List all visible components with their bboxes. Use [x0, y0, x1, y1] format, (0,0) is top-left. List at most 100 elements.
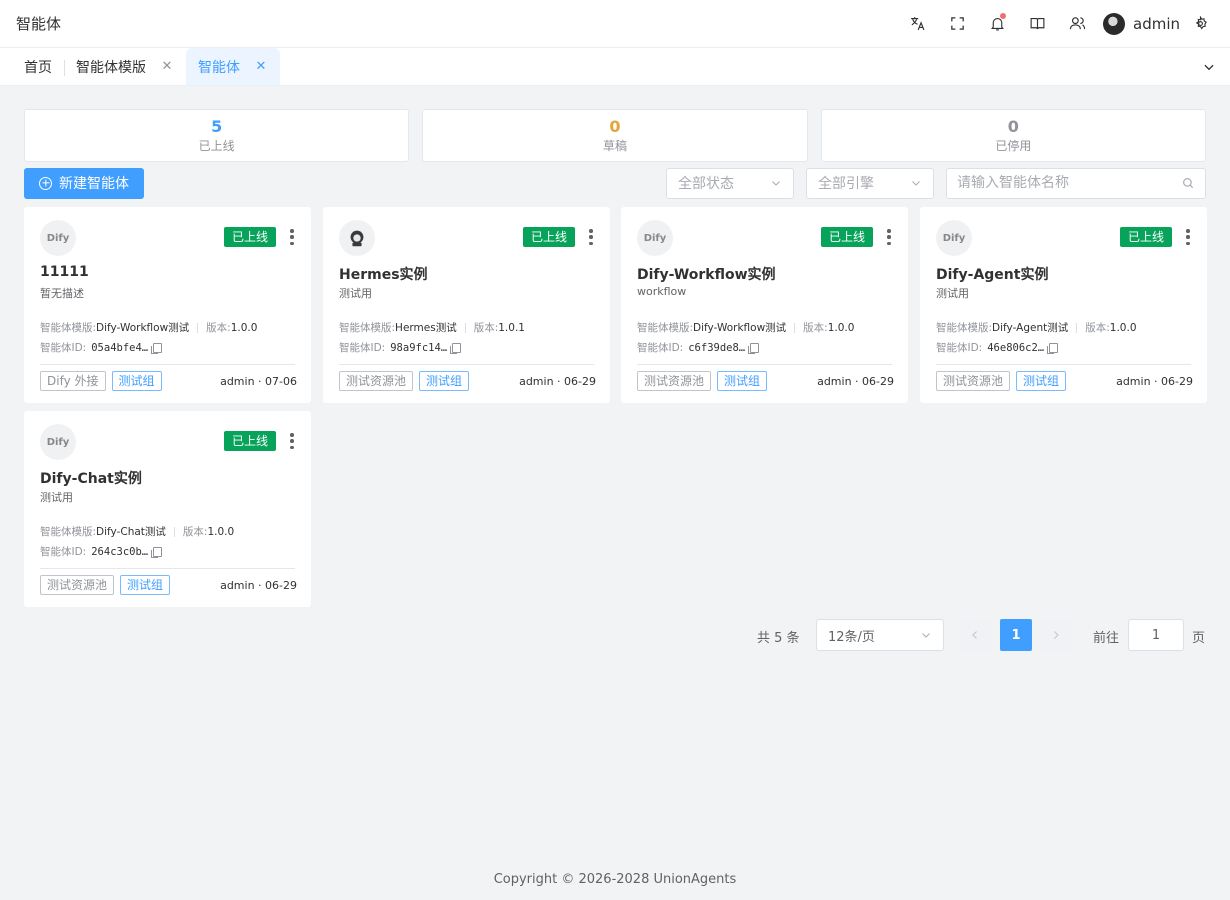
card-owner-date: admin · 06-29 — [817, 375, 894, 388]
agent-card[interactable]: Dify 已上线 Dify-Workflow实例 workflow 智能体模版: Dify… — [621, 207, 908, 403]
agent-id-info: 智能体ID: c6f39de8… — [637, 340, 760, 355]
copy-icon[interactable] — [151, 546, 163, 558]
card-tag: 测试组 — [120, 575, 171, 595]
agent-template-info: 智能体模版: Dify-Workflow测试 版本: 1.0.0 — [637, 320, 854, 335]
agent-card[interactable]: Dify 已上线 11111 暂无描述 智能体模版: Dify-Workflow测试 版本:… — [24, 207, 311, 403]
engine-select[interactable]: 全部引擎 — [806, 167, 934, 199]
tab-agent-templates[interactable]: 智能体模版 ✕ — [64, 48, 186, 85]
agent-template-info: 智能体模版: Dify-Chat测试 版本: 1.0.0 — [40, 524, 234, 539]
tab-home[interactable]: 首页 — [12, 48, 64, 85]
status-badge: 已上线 — [522, 227, 575, 247]
agent-logo — [339, 220, 375, 256]
book-icon[interactable] — [1017, 0, 1057, 48]
card-tag: 测试组 — [419, 371, 470, 391]
new-agent-label: 新建智能体 — [59, 176, 129, 192]
id-prefix: 智能体ID: — [40, 546, 87, 558]
card-tag: 测试资源池 — [637, 371, 712, 391]
card-owner-date: admin · 06-29 — [1116, 375, 1193, 388]
card-tag: 测试资源池 — [40, 575, 115, 595]
page-size-select[interactable]: 12条/页 — [816, 619, 944, 651]
stat-value: 0 — [609, 116, 621, 136]
tab-label: 首页 — [24, 59, 52, 76]
more-vertical-icon[interactable] — [290, 229, 294, 245]
agent-card[interactable]: 已上线 Hermes实例 测试用 智能体模版: Hermes测试 版本: 1.0.1 智能体I… — [323, 207, 610, 403]
agent-id: c6f39de8… — [688, 341, 746, 354]
close-icon[interactable]: ✕ — [160, 59, 174, 74]
status-badge: 已上线 — [223, 227, 276, 247]
fullscreen-icon[interactable] — [937, 0, 977, 48]
id-prefix: 智能体ID: — [339, 342, 386, 354]
chevron-down-icon — [772, 181, 780, 186]
agent-id: 46e806c2… — [987, 341, 1045, 354]
card-tag: 测试资源池 — [936, 371, 1011, 391]
version-value: 1.0.0 — [230, 321, 258, 334]
status-badge: 已上线 — [820, 227, 873, 247]
pagination-total: 共 5 条 — [757, 631, 800, 646]
search-icon[interactable] — [1181, 176, 1195, 190]
toolbar: 新建智能体 全部状态 全部引擎 — [24, 167, 1206, 199]
agent-name: Dify-Agent实例 — [936, 267, 1049, 283]
more-vertical-icon[interactable] — [887, 229, 891, 245]
version-value: 1.0.0 — [207, 525, 235, 538]
tab-label: 智能体 — [198, 59, 240, 76]
card-divider — [40, 364, 295, 365]
version-prefix: 版本: — [473, 322, 499, 334]
agent-card[interactable]: Dify 已上线 Dify-Agent实例 测试用 智能体模版: Dify-Agent测试… — [920, 207, 1207, 403]
goto-page-input[interactable]: 1 — [1128, 619, 1184, 651]
user-menu[interactable]: admin — [1103, 12, 1180, 35]
template-prefix: 智能体模版: — [40, 526, 97, 538]
template-prefix: 智能体模版: — [339, 322, 396, 334]
more-vertical-icon[interactable] — [589, 229, 593, 245]
more-vertical-icon[interactable] — [290, 433, 294, 449]
tab-bar: 首页 智能体模版 ✕ 智能体 ✕ — [0, 48, 1230, 86]
agent-description: 测试用 — [40, 491, 73, 504]
tab-agents[interactable]: 智能体 ✕ — [186, 48, 280, 85]
copy-icon[interactable] — [748, 342, 760, 354]
status-select[interactable]: 全部状态 — [666, 167, 794, 199]
gear-icon[interactable] — [1186, 0, 1214, 48]
search-input[interactable] — [957, 175, 1181, 191]
prev-page-button[interactable] — [959, 619, 991, 651]
template-name: Hermes测试 — [395, 322, 457, 334]
divider — [173, 526, 175, 537]
divider — [794, 322, 796, 333]
next-page-button[interactable] — [1040, 619, 1072, 651]
card-divider — [339, 364, 594, 365]
user-name: admin — [1133, 14, 1180, 33]
copy-icon[interactable] — [450, 342, 462, 354]
close-icon[interactable]: ✕ — [254, 59, 268, 74]
stat-online[interactable]: 5 已上线 — [24, 109, 410, 162]
copy-icon[interactable] — [151, 342, 163, 354]
chevron-down-icon[interactable] — [1188, 48, 1230, 85]
agent-name: Dify-Workflow实例 — [637, 267, 776, 283]
translate-icon[interactable] — [897, 0, 937, 48]
card-tag: 测试资源池 — [339, 371, 414, 391]
agent-logo: Dify — [936, 220, 972, 256]
chevron-down-icon — [912, 181, 920, 186]
notification-dot — [1000, 12, 1006, 19]
stat-disabled[interactable]: 0 已停用 — [820, 109, 1206, 162]
more-vertical-icon[interactable] — [1186, 229, 1190, 245]
chevron-right-icon — [1054, 631, 1059, 639]
stat-draft[interactable]: 0 草稿 — [422, 109, 808, 162]
hermes-logo-icon — [350, 230, 364, 247]
card-tag: 测试组 — [717, 371, 768, 391]
agent-template-info: 智能体模版: Dify-Workflow测试 版本: 1.0.0 — [40, 320, 257, 335]
version-value: 1.0.0 — [1109, 321, 1137, 334]
stat-value: 0 — [1007, 116, 1019, 136]
page-title: 智能体 — [16, 15, 62, 33]
top-header: 智能体 admin — [0, 0, 1230, 48]
new-agent-button[interactable]: 新建智能体 — [24, 167, 144, 199]
page-number-button[interactable]: 1 — [1000, 619, 1032, 651]
bell-icon[interactable] — [977, 0, 1017, 48]
agent-card[interactable]: Dify 已上线 Dify-Chat实例 测试用 智能体模版: Dify-Chat测试 版本… — [24, 411, 311, 607]
copy-icon[interactable] — [1047, 342, 1059, 354]
agent-description: workflow — [637, 285, 687, 298]
id-prefix: 智能体ID: — [936, 342, 983, 354]
version-prefix: 版本: — [1085, 322, 1110, 334]
users-icon[interactable] — [1057, 0, 1097, 48]
stats-row: 5 已上线 0 草稿 0 已停用 — [24, 109, 1206, 162]
copyright: Copyright © 2026-2028 UnionAgents — [493, 872, 737, 887]
card-divider — [637, 364, 892, 365]
agent-logo: Dify — [40, 220, 76, 256]
